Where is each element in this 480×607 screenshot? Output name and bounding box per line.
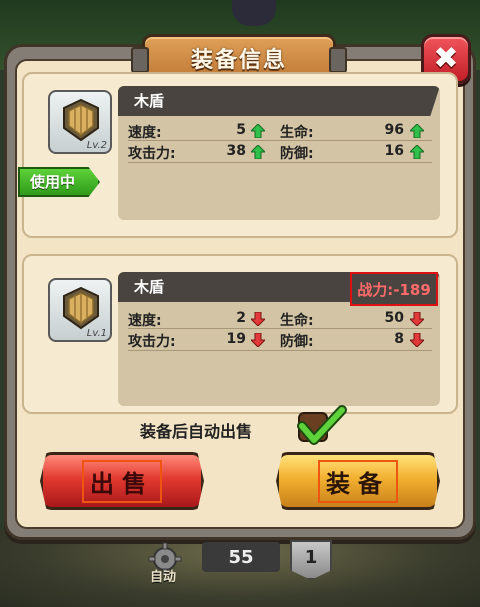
stat-label-hp: 生命: xyxy=(280,313,314,329)
equip-button[interactable]: 装备 xyxy=(276,452,440,510)
item-level: Lv.1 xyxy=(86,328,107,339)
stat-label-hp: 生命: xyxy=(280,125,314,141)
sell-button[interactable]: 出售 xyxy=(40,452,204,510)
equipped-item-name: 木盾 xyxy=(118,86,440,116)
wooden-shield-icon xyxy=(63,286,99,330)
equipped-item-slot[interactable]: Lv.2 xyxy=(48,90,112,154)
stat-label-speed: 速度: xyxy=(128,313,162,329)
dialog-title: 装备信息 xyxy=(190,48,287,73)
stat-divider xyxy=(128,140,432,141)
auto-sell-label: 装备后自动出售 xyxy=(140,422,253,441)
stat-value-defense: 16 xyxy=(384,143,404,159)
arrow-down-icon xyxy=(410,333,424,347)
stat-divider xyxy=(128,350,432,351)
stat-value-hp: 50 xyxy=(384,310,404,326)
arrow-down-icon xyxy=(251,333,265,347)
stat-value-defense: 8 xyxy=(394,331,404,347)
checkmark-icon[interactable] xyxy=(296,404,348,448)
stat-label-defense: 防御: xyxy=(280,334,314,350)
stat-label-speed: 速度: xyxy=(128,125,162,141)
stat-value-attack: 38 xyxy=(226,143,246,159)
stat-label-attack: 攻击力: xyxy=(128,334,176,350)
stat-value-hp: 96 xyxy=(384,122,404,138)
stat-value-speed: 2 xyxy=(236,310,246,326)
arrow-up-icon xyxy=(251,145,265,159)
stat-label-attack: 攻击力: xyxy=(128,146,176,162)
stage-counter: 55 xyxy=(202,542,280,572)
arrow-down-icon xyxy=(410,312,424,326)
stat-divider xyxy=(128,328,432,329)
sell-button-label: 出售 xyxy=(82,459,162,503)
power-change-label: 战力:-189 xyxy=(350,272,438,306)
arrow-up-icon xyxy=(251,124,265,138)
auto-battle-label[interactable]: 自动 xyxy=(150,566,176,585)
stat-divider xyxy=(128,162,432,163)
candidate-item-slot[interactable]: Lv.1 xyxy=(48,278,112,342)
item-level: Lv.2 xyxy=(86,140,107,151)
stat-label-defense: 防御: xyxy=(280,146,314,162)
arrow-down-icon xyxy=(251,312,265,326)
in-use-badge: 使用中 xyxy=(18,167,100,197)
arrow-up-icon xyxy=(410,124,424,138)
stat-value-attack: 19 xyxy=(226,331,246,347)
wooden-shield-icon xyxy=(63,98,99,142)
equip-button-label: 装备 xyxy=(318,459,398,503)
arrow-up-icon xyxy=(410,145,424,159)
close-x-icon: ✖ xyxy=(433,41,459,76)
stat-value-speed: 5 xyxy=(236,122,246,138)
